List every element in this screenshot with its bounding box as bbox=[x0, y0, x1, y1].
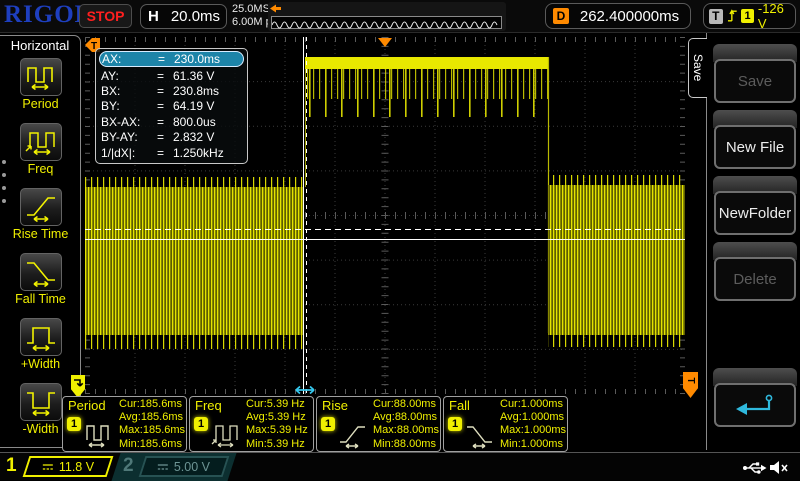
cursor-row-bx: BX: = 230.8ms bbox=[101, 83, 242, 98]
run-state-badge: STOP bbox=[79, 4, 132, 28]
waveform-display: T AX: = 230.0ms AY: = 61.36 V BX: = 230.… bbox=[85, 37, 685, 394]
preview-position-arrow-icon bbox=[270, 4, 282, 13]
menu-item-period[interactable]: Period bbox=[0, 58, 81, 111]
softkey-new-folder[interactable]: NewFolder bbox=[713, 176, 797, 236]
cursor-row-inv-dx: 1/|dX|: = 1.250kHz bbox=[101, 145, 242, 160]
timebase-label: H bbox=[148, 8, 159, 25]
ch2-coupling-icon bbox=[157, 462, 169, 472]
plus-width-icon bbox=[24, 321, 58, 353]
horizontal-measure-menu: Horizontal Period Freq Rise Time Fall Ti… bbox=[0, 35, 81, 448]
trigger-source-badge: 1 bbox=[741, 9, 754, 23]
rise-time-icon bbox=[338, 421, 370, 449]
delay-value: 262.400000ms bbox=[569, 8, 690, 25]
trigger-slope-icon bbox=[727, 8, 738, 24]
menu-item-pos-width[interactable]: +Width bbox=[0, 318, 81, 371]
ch2-scale-badge[interactable]: 5.00 V bbox=[139, 456, 230, 477]
timebase-readout: H 20.0ms bbox=[140, 4, 227, 29]
trigger-readout: T 1 -126 V bbox=[703, 3, 796, 29]
cursor-readout-box: AX: = 230.0ms AY: = 61.36 V BX: = 230.8m… bbox=[95, 48, 248, 164]
cursor-position-indicator-icon[interactable] bbox=[293, 385, 317, 395]
delete-button[interactable]: Delete bbox=[714, 257, 796, 301]
period-icon bbox=[24, 61, 58, 93]
softkey-new-file[interactable]: New File bbox=[713, 110, 797, 170]
new-file-button[interactable]: New File bbox=[714, 125, 796, 169]
period-icon bbox=[84, 421, 116, 449]
menu-item-freq[interactable]: Freq bbox=[0, 123, 81, 176]
fall-time-icon bbox=[465, 421, 497, 449]
preview-sine-wave bbox=[272, 18, 501, 29]
cursor-row-ax[interactable]: AX: = 230.0ms bbox=[99, 51, 244, 67]
freq-icon bbox=[211, 421, 243, 449]
menu-item-rise-time[interactable]: Rise Time bbox=[0, 188, 81, 241]
ch1-number: 1 bbox=[6, 455, 17, 477]
cursor-row-ay: AY: = 61.36 V bbox=[101, 68, 242, 83]
softkey-save[interactable]: Save bbox=[713, 44, 797, 104]
softkey-delete[interactable]: Delete bbox=[713, 242, 797, 302]
channel-badge: 1 bbox=[194, 417, 208, 431]
save-menu-tab: Save bbox=[688, 38, 707, 98]
freq-icon bbox=[24, 126, 58, 158]
channel-status-bar: 1 11.8 V 2 5.00 V bbox=[0, 452, 800, 480]
softkey-back[interactable] bbox=[713, 368, 797, 428]
trigger-level-value: -126 V bbox=[758, 1, 795, 31]
save-menu-panel: Save New File NewFolder Delete bbox=[706, 33, 800, 450]
trigger-label: T bbox=[709, 9, 723, 24]
cursor-row-by-ay: BY-AY: = 2.832 V bbox=[101, 130, 242, 145]
header-bar: RIGOL STOP H 20.0ms 25.0MSa/s 6.00M pts … bbox=[0, 0, 800, 33]
channel-badge: 1 bbox=[321, 417, 335, 431]
cursor-row-by: BY: = 64.19 V bbox=[101, 99, 242, 114]
measurement-panel-period: Period 1 Cur:185.6ms Avg:185.6ms Max:185… bbox=[62, 396, 187, 452]
menu-item-label: Rise Time bbox=[0, 227, 81, 241]
new-folder-button[interactable]: NewFolder bbox=[714, 191, 796, 235]
measurement-strip: Period 1 Cur:185.6ms Avg:185.6ms Max:185… bbox=[62, 396, 568, 452]
measurement-panel-fall: Fall 1 Cur:1.000ms Avg:1.000ms Max:1.000… bbox=[443, 396, 568, 452]
menu-item-label: Freq bbox=[0, 162, 81, 176]
back-button[interactable] bbox=[714, 383, 796, 427]
ch1-coupling-icon bbox=[42, 462, 54, 472]
menu-item-label: +Width bbox=[0, 357, 81, 371]
left-menu-title: Horizontal bbox=[0, 38, 80, 53]
preview-window bbox=[271, 16, 502, 29]
timebase-value: 20.0ms bbox=[171, 8, 220, 25]
menu-scroll-indicator bbox=[2, 160, 6, 212]
trigger-delay-readout: D 262.400000ms bbox=[545, 3, 691, 29]
save-button[interactable]: Save bbox=[714, 59, 796, 103]
measurement-panel-rise: Rise 1 Cur:88.00ms Avg:88.00ms Max:88.00… bbox=[316, 396, 441, 452]
waveform-preview bbox=[268, 2, 506, 31]
trigger-position-icon bbox=[378, 38, 392, 47]
channel-badge: 1 bbox=[448, 417, 462, 431]
return-arrow-icon bbox=[732, 392, 778, 418]
menu-item-label: Fall Time bbox=[0, 292, 81, 306]
menu-item-label: Period bbox=[0, 97, 81, 111]
ch1-scale-badge[interactable]: 11.8 V bbox=[23, 456, 114, 477]
usb-icon bbox=[742, 459, 767, 476]
trigger-level-flag-icon[interactable]: T bbox=[683, 372, 698, 398]
cursor-row-bx-ax: BX-AX: = 800.0us bbox=[101, 114, 242, 129]
ch2-number: 2 bbox=[123, 455, 134, 477]
menu-item-fall-time[interactable]: Fall Time bbox=[0, 253, 81, 306]
speaker-muted-icon bbox=[768, 458, 791, 477]
delay-badge: D bbox=[553, 8, 569, 24]
minus-width-icon bbox=[24, 386, 58, 418]
fall-time-icon bbox=[24, 256, 58, 288]
rise-time-icon bbox=[24, 191, 58, 223]
measurement-panel-freq: Freq 1 Cur:5.39 Hz Avg:5.39 Hz Max:5.39 … bbox=[189, 396, 314, 452]
channel-badge: 1 bbox=[67, 417, 81, 431]
